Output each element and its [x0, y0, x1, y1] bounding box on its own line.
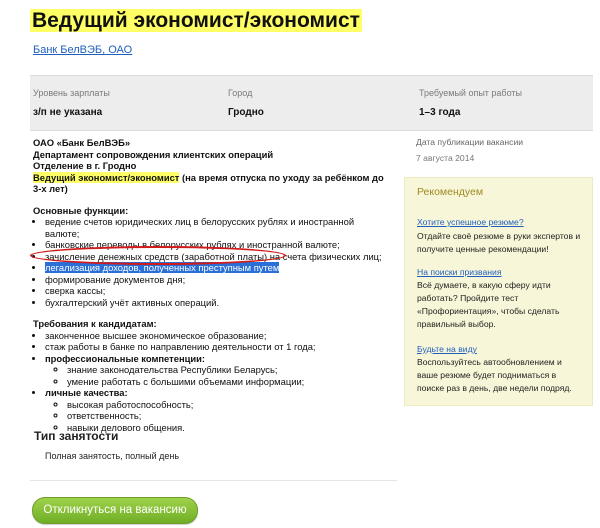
position-line: Ведущий экономист/экономист (на время от… [33, 171, 388, 195]
function-item: бухгалтерский учёт активных операций. [45, 297, 388, 309]
publication-label: Дата публикации вакансии [416, 137, 524, 147]
experience-value: 1–3 года [419, 107, 461, 118]
requirement-item: стаж работы в банке по направлению деяте… [45, 341, 388, 353]
employment-type-title: Тип занятости [34, 429, 119, 443]
department-name: Департамент сопровождения клиентских опе… [33, 148, 274, 160]
red-annotation-circle [30, 246, 286, 265]
experience-label: Требуемый опыт работы [419, 88, 522, 98]
salary-value: з/п не указана [33, 107, 103, 118]
vacancy-title: Ведущий экономист/экономист [30, 9, 362, 32]
divider [30, 480, 397, 481]
functions-title: Основные функции: [33, 204, 129, 216]
recommend-link-resume[interactable]: Хотите успешное резюме? [417, 217, 524, 227]
position-highlight: Ведущий экономист/экономист [33, 171, 180, 183]
competency-item: умение работать с большими объемами инфо… [67, 376, 388, 388]
competency-item: знание законодательства Республики Белар… [67, 364, 388, 376]
salary-label: Уровень зарплаты [33, 88, 110, 98]
recommend-title: Рекомендуем [417, 186, 484, 198]
competencies-title: профессиональные компетенции: знание зак… [45, 353, 388, 388]
recommend-panel: Рекомендуем Хотите успешное резюме? Отда… [404, 177, 593, 406]
experience-stat: Требуемый опыт работы 1–3 года [419, 88, 522, 118]
recommend-text-resume: Отдайте своё резюме в руки экспертов и п… [417, 231, 581, 254]
company-name: ОАО «Банк БелВЭБ» [33, 137, 131, 148]
city-stat: Город Гродно [228, 88, 264, 118]
city-label: Город [228, 88, 253, 98]
function-item: сверка кассы; [45, 285, 388, 297]
personal-title: личные качества: высокая работоспособнос… [45, 387, 388, 433]
personal-item: ответственность; [67, 410, 388, 422]
requirements-list: законченное высшее экономическое образов… [33, 330, 388, 434]
recommend-link-career[interactable]: На поиски призвания [417, 267, 501, 277]
requirements-title: Требования к кандидатам: [33, 318, 157, 329]
vacancy-description: ОАО «Банк БелВЭБ» Департамент сопровожде… [33, 137, 388, 433]
recommend-text-visible: Воспользуйтесь автообновлением и ваше ре… [417, 357, 572, 393]
function-item: ведение счетов юридических лиц в белорус… [45, 216, 388, 239]
employment-type-value: Полная занятость, полный день [45, 451, 180, 461]
branch-name: Отделение в г. Гродно [33, 160, 137, 171]
recommend-text-career: Всё думаете, в какую сферу идти работать… [417, 280, 560, 329]
publication-date: 7 августа 2014 [416, 153, 475, 163]
employer-link[interactable]: Банк БелВЭБ, ОАО [33, 44, 132, 56]
recommend-link-visible[interactable]: Будьте на виду [417, 344, 477, 354]
personal-list: высокая работоспособность; ответственнос… [45, 399, 388, 434]
requirement-item: законченное высшее экономическое образов… [45, 330, 388, 342]
salary-stat: Уровень зарплаты з/п не указана [33, 88, 110, 118]
function-item: формирование документов дня; [45, 274, 388, 286]
apply-button[interactable]: Откликнуться на вакансию [32, 497, 198, 524]
vacancy-stats-bar: Уровень зарплаты з/п не указана Город Гр… [30, 75, 593, 131]
competencies-list: знание законодательства Республики Белар… [45, 364, 388, 387]
city-value: Гродно [228, 107, 264, 118]
personal-item: высокая работоспособность; [67, 399, 388, 411]
